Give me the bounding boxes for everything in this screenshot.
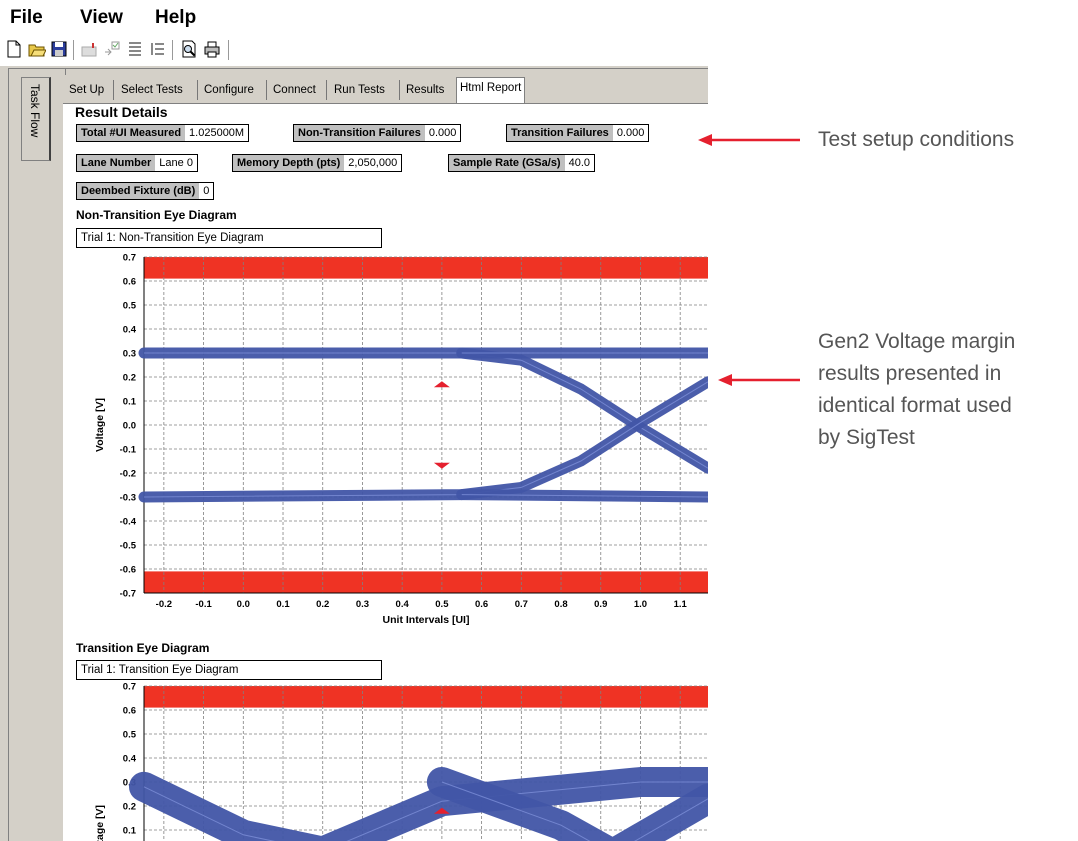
annotation-voltage-margin: Gen2 Voltage margin results presented in… xyxy=(818,326,1015,454)
annotation-line: results presented in xyxy=(818,362,1002,385)
arrow-head-icon xyxy=(698,134,712,146)
annotation-line: identical format used xyxy=(818,394,1012,417)
annotation-line: Gen2 Voltage margin xyxy=(818,330,1016,353)
annotation-line: by SigTest xyxy=(818,426,915,449)
annotation-test-setup: Test setup conditions xyxy=(818,128,1015,151)
arrow-head-icon xyxy=(718,374,732,386)
